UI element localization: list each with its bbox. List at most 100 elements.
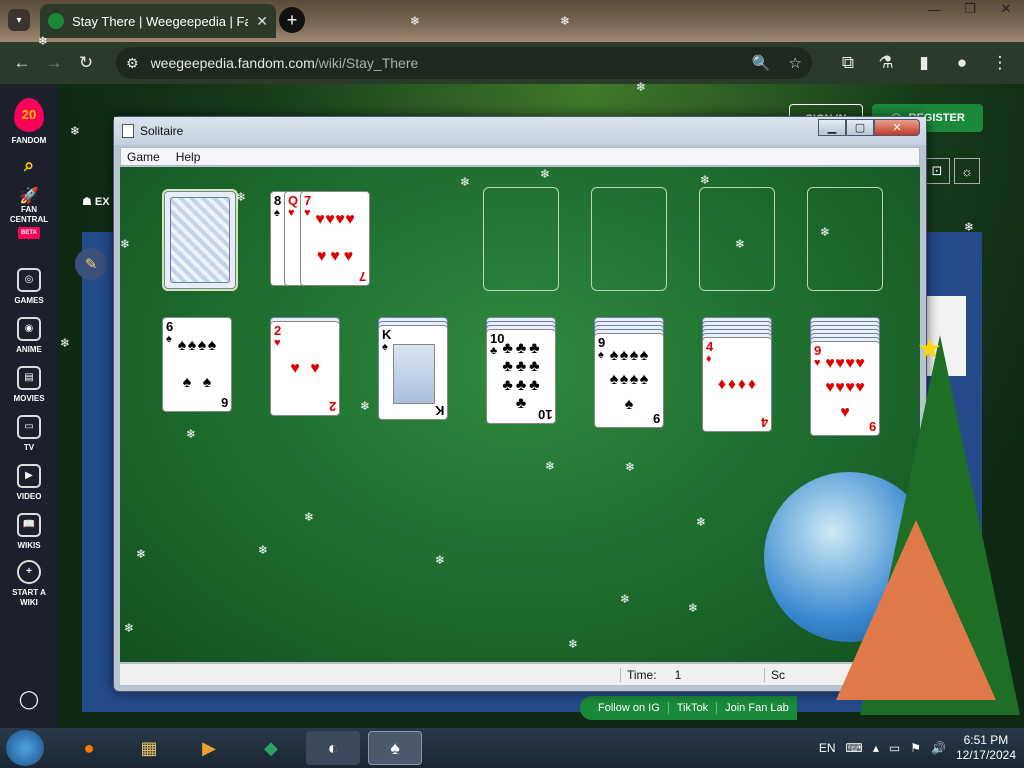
solitaire-title-bar[interactable]: Solitaire ▁ ▢ ✕ xyxy=(114,117,926,145)
time-label: Time: xyxy=(627,668,657,682)
forward-icon[interactable]: → xyxy=(38,47,70,79)
address-bar[interactable]: ⚙ weegeepedia.fandom.com/wiki/Stay_There… xyxy=(116,47,812,79)
foundation-slot-2[interactable] xyxy=(591,187,667,291)
site-info-icon[interactable]: ⚙ xyxy=(126,55,139,72)
suit-pip-icon: ♠ xyxy=(182,373,192,391)
card-rank-corner: K xyxy=(434,403,444,418)
solitaire-minimize-button[interactable]: ▁ xyxy=(818,119,846,136)
wikis-link[interactable]: 📖 WIKIS xyxy=(0,513,58,551)
chrome-browser-taskbar-icon[interactable]: ◆ xyxy=(244,731,298,765)
anime-link[interactable]: ◉ ANIME xyxy=(0,317,58,355)
foundation-slot-3[interactable] xyxy=(699,187,775,291)
fan-central-link[interactable]: 🚀 FAN CENTRAL BETA xyxy=(0,188,58,239)
theme-toggle-sun-icon[interactable]: ☼ xyxy=(954,158,980,184)
time-readout: Time: 1 xyxy=(620,668,760,682)
fandom-home-link[interactable]: 20 FANDOM xyxy=(0,98,58,146)
extensions-icon[interactable]: ⧉ xyxy=(832,47,864,79)
browser-tab[interactable]: Stay There | Weegeepedia | Fa ✕ xyxy=(40,4,276,38)
card-rank-text: K xyxy=(382,327,392,342)
tab-search-dropdown-icon[interactable]: ▾ xyxy=(8,9,30,31)
stock-pile[interactable] xyxy=(164,191,236,289)
waste-top-card[interactable]: 7 ♥ ♥ ♥ ♥ ♥ ♥ ♥ ♥ 7 xyxy=(300,191,370,286)
join-fan-lab-link[interactable]: Join Fan Lab xyxy=(717,702,797,714)
new-tab-button[interactable]: + xyxy=(279,7,305,33)
suit-pip-icon: ♠ xyxy=(619,347,629,365)
user-account-link[interactable]: ◯ xyxy=(0,690,58,708)
side-panel-icon[interactable]: ▮ xyxy=(908,47,940,79)
search-link[interactable]: ⌕ xyxy=(0,156,58,174)
zoom-icon[interactable]: 🔍 xyxy=(752,54,771,72)
discussions-icon[interactable]: ⊡ xyxy=(924,158,950,184)
solitaire-menu-bar: Game Help xyxy=(120,147,920,166)
action-center-flag-icon[interactable]: ⚑ xyxy=(910,741,921,755)
foundation-slot-4[interactable] xyxy=(807,187,883,291)
solitaire-maximize-button[interactable]: ▢ xyxy=(846,119,874,136)
taskbar-clock[interactable]: 6:51 PM 12/17/2024 xyxy=(956,733,1016,763)
bookmark-star-icon[interactable]: ☆ xyxy=(789,54,802,72)
firefox-taskbar-icon[interactable]: ● xyxy=(62,731,116,765)
snowflake-icon: ❄ xyxy=(540,167,551,181)
card-suit-text: ♦ xyxy=(706,353,712,365)
close-window-button[interactable]: ✕ xyxy=(988,0,1024,18)
video-link[interactable]: ▶ VIDEO xyxy=(0,464,58,502)
restore-window-button[interactable]: ❐ xyxy=(952,0,988,18)
suit-pip-icon: ♠ xyxy=(639,371,649,389)
movies-link[interactable]: ▤ MOVIES xyxy=(0,366,58,404)
tab-title: Stay There | Weegeepedia | Fa xyxy=(72,13,249,29)
weegee-favicon-icon xyxy=(48,13,64,29)
explore-menu[interactable]: ☗ EX xyxy=(82,195,110,208)
reload-icon[interactable]: ↻ xyxy=(70,47,102,79)
close-tab-icon[interactable]: ✕ xyxy=(256,13,268,30)
card-rank: K ♠ xyxy=(382,328,391,354)
minimize-window-button[interactable]: — xyxy=(916,0,952,18)
network-icon[interactable]: ▭ xyxy=(889,741,900,755)
card-rank-corner: 9 xyxy=(652,411,660,426)
menu-help[interactable]: Help xyxy=(176,150,201,164)
media-player-taskbar-icon[interactable]: ▶ xyxy=(182,731,236,765)
face-up-card[interactable]: 9 ♠ ♠ ♠ ♠ ♠ ♠ ♠ ♠ ♠ ♠ 9 xyxy=(594,333,664,428)
face-up-card[interactable]: 10 ♣ ♣ ♣ ♣ ♣ ♣ ♣ ♣ ♣ ♣ ♣ 10 xyxy=(486,329,556,424)
music-app-taskbar-icon[interactable]: ◐ xyxy=(306,731,360,765)
snowflake-icon: ❄ xyxy=(625,460,636,474)
keyboard-icon[interactable]: ⌨ xyxy=(846,741,863,755)
follow-ig-link[interactable]: Follow on IG xyxy=(590,702,669,714)
face-up-card[interactable]: 2 ♥ ♥ ♥ 2 xyxy=(270,321,340,416)
face-up-card[interactable]: 6 ♠ ♠ ♠ ♠ ♠ ♠ ♠ 6 xyxy=(162,317,232,412)
menu-game[interactable]: Game xyxy=(127,150,160,164)
suit-pip-icon: ♣ xyxy=(529,340,540,358)
labs-flask-icon[interactable]: ⚗ xyxy=(870,47,902,79)
show-hidden-icons-chevron-icon[interactable]: ▴ xyxy=(873,741,879,755)
snowflake-icon: ❄ xyxy=(120,237,131,251)
suit-pip-icon: ♠ xyxy=(619,371,629,389)
volume-icon[interactable]: 🔊 xyxy=(931,741,946,755)
menu-icon[interactable]: ⋮ xyxy=(984,47,1016,79)
solitaire-taskbar-icon[interactable]: ♠ xyxy=(368,731,422,765)
url-path: /wiki/Stay_There xyxy=(314,55,419,71)
suit-pip-icon: ♠ xyxy=(202,373,212,391)
start-a-wiki-label: START A WIKI xyxy=(12,588,46,607)
edit-pencil-icon[interactable]: ✎ xyxy=(75,248,107,280)
games-link[interactable]: ◎ GAMES xyxy=(0,268,58,306)
card-rank: 2 ♥ xyxy=(274,324,281,350)
back-icon[interactable]: ← xyxy=(6,47,38,79)
profile-avatar-icon[interactable]: ● xyxy=(946,47,978,79)
windows-start-button[interactable] xyxy=(6,730,44,766)
language-indicator[interactable]: EN xyxy=(819,741,836,755)
tiktok-link[interactable]: TikTok xyxy=(669,702,718,714)
rocket-icon: 🚀 xyxy=(19,188,39,205)
solitaire-close-button[interactable]: ✕ xyxy=(874,119,920,136)
suit-pip-icon: ♥ xyxy=(825,379,835,397)
tv-link[interactable]: ▭ TV xyxy=(0,415,58,453)
suit-pip-icon: ♠ xyxy=(609,347,619,365)
solitaire-title: Solitaire xyxy=(140,124,184,138)
snowflake-icon: ❄ xyxy=(258,543,269,557)
foundation-slot-1[interactable] xyxy=(483,187,559,291)
start-a-wiki-link[interactable]: + START A WIKI xyxy=(0,560,58,608)
face-up-card[interactable]: K ♠ K xyxy=(378,325,448,420)
file-explorer-taskbar-icon[interactable]: ▦ xyxy=(122,731,176,765)
video-label: VIDEO xyxy=(16,492,42,501)
explore-label: EX xyxy=(94,196,110,208)
suit-pip-icon: ♠ xyxy=(629,347,639,365)
face-up-card[interactable]: 4 ♦ ♦ ♦ ♦ ♦ 4 xyxy=(702,337,772,432)
card-pips: ♥ ♥ ♥ ♥ ♥ ♥ ♥ xyxy=(315,202,355,275)
